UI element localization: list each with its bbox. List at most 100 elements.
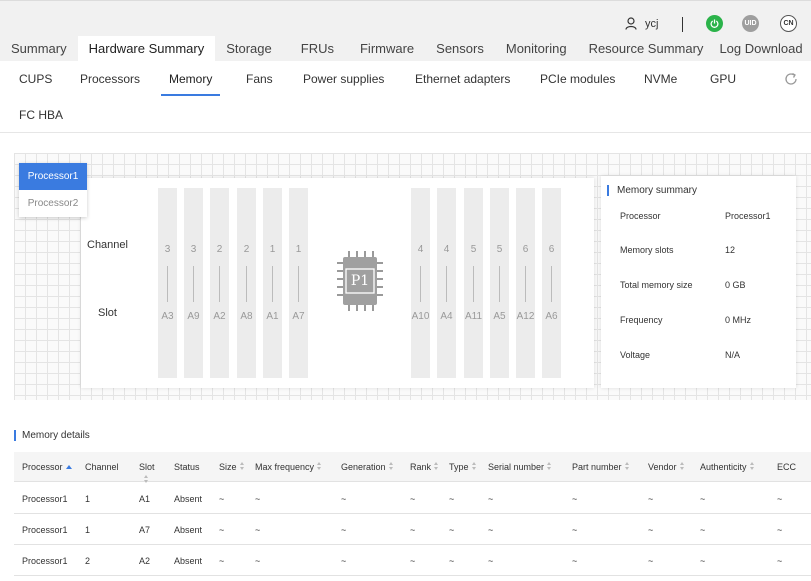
slot-marker	[298, 266, 299, 302]
processor-option-2[interactable]: Processor2	[19, 190, 87, 217]
table-cell: ~	[488, 494, 494, 504]
subtab-fc-hba[interactable]: FC HBA	[19, 108, 63, 122]
tab-sensors[interactable]: Sensors	[425, 36, 495, 62]
power-icon[interactable]	[706, 15, 723, 32]
table-cell: ~	[341, 494, 347, 504]
memory-slot[interactable]: 6 A12	[516, 188, 535, 378]
memory-slot[interactable]: 1 A1	[263, 188, 282, 378]
username: ycj	[645, 17, 659, 30]
table-row[interactable]: Processor1 1 A1 Absent ~ ~ ~ ~ ~ ~ ~ ~ ~ ~	[14, 483, 811, 514]
memory-slot[interactable]: 5 A11	[464, 188, 483, 378]
slot-channel: 2	[216, 244, 223, 255]
column-header[interactable]: Size	[219, 462, 245, 472]
column-header[interactable]: Channel	[85, 462, 119, 472]
slot-name: A6	[545, 311, 558, 322]
uid-icon[interactable]: UID	[742, 15, 759, 32]
column-header-label: Authenticity	[700, 462, 747, 472]
table-row[interactable]: Processor1 1 A7 Absent ~ ~ ~ ~ ~ ~ ~ ~ ~ ~	[14, 514, 811, 545]
table-cell: ~	[255, 494, 261, 504]
subtab-pcie-modules[interactable]: PCIe modules	[540, 72, 615, 86]
subtab-ethernet-adapters[interactable]: Ethernet adapters	[415, 72, 510, 86]
sort-icon[interactable]	[749, 462, 755, 471]
memory-slot[interactable]: 1 A7	[289, 188, 308, 378]
tab-firmware[interactable]: Firmware	[345, 36, 425, 62]
refresh-icon[interactable]	[783, 71, 799, 87]
memory-slot[interactable]: 2 A2	[210, 188, 229, 378]
table-cell: 1	[85, 494, 91, 504]
tab-log-download[interactable]: Log Download	[714, 36, 811, 62]
memory-slot[interactable]: 3 A9	[184, 188, 203, 378]
table-cell: ~	[255, 556, 261, 566]
user-menu[interactable]: ycj	[625, 17, 658, 30]
memory-slot[interactable]: 4 A10	[411, 188, 430, 378]
memory-slot[interactable]: 4 A4	[437, 188, 456, 378]
column-header[interactable]: Rank	[410, 462, 439, 472]
summary-key: Memory slots	[620, 245, 674, 255]
table-cell: ~	[219, 494, 225, 504]
subtab-memory[interactable]: Memory	[169, 72, 212, 86]
subtab-fans[interactable]: Fans	[246, 72, 273, 86]
sort-icon[interactable]	[239, 462, 245, 471]
tab-storage[interactable]: Storage	[215, 36, 283, 62]
column-header[interactable]: Status	[174, 462, 200, 472]
column-header[interactable]: Part number	[572, 462, 630, 472]
slot-sort-up-icon[interactable]	[144, 475, 148, 478]
tab-monitoring[interactable]: Monitoring	[495, 36, 578, 62]
column-header[interactable]: Authenticity	[700, 462, 755, 472]
table-cell: ~	[219, 556, 225, 566]
column-header[interactable]: Slot	[139, 462, 155, 472]
table-cell: ~	[777, 525, 783, 535]
table-row[interactable]: Processor1 2 A2 Absent ~ ~ ~ ~ ~ ~ ~ ~ ~ ~	[14, 545, 811, 576]
table-cell: 1	[85, 525, 91, 535]
memory-slot[interactable]: 5 A5	[490, 188, 509, 378]
table-cell: ~	[410, 525, 416, 535]
memory-slot[interactable]: 6 A6	[542, 188, 561, 378]
slot-channel: 3	[190, 244, 197, 255]
main-tabs: Summary Hardware Summary Storage FRUs Fi…	[0, 36, 811, 62]
column-header[interactable]: Processor	[22, 462, 72, 472]
sort-icon[interactable]	[547, 462, 552, 471]
slot-name: A1	[266, 311, 279, 322]
column-header-label: Slot	[139, 462, 155, 472]
column-header[interactable]: Serial number	[488, 462, 552, 472]
subtab-cups[interactable]: CUPS	[19, 72, 52, 86]
column-header-label: Channel	[85, 462, 119, 472]
summary-key: Voltage	[620, 350, 651, 360]
column-header[interactable]: Generation	[341, 462, 394, 472]
column-header-label: Processor	[22, 462, 63, 472]
tab-frus[interactable]: FRUs	[283, 36, 345, 62]
table-cell: ~	[341, 556, 347, 566]
sort-icon[interactable]	[388, 462, 394, 471]
subtab-processors[interactable]: Processors	[80, 72, 140, 86]
processor-option-1[interactable]: Processor1	[19, 163, 87, 190]
subtab-power-supplies[interactable]: Power supplies	[303, 72, 384, 86]
column-header-label: Serial number	[488, 462, 545, 472]
sort-icon[interactable]	[317, 462, 322, 471]
table-cell: Processor1	[22, 525, 68, 535]
sort-icon[interactable]	[679, 462, 685, 471]
slot-channel: 1	[295, 244, 302, 255]
column-header[interactable]: ECC	[777, 462, 796, 472]
subtab-nvme[interactable]: NVMe	[644, 72, 677, 86]
tab-hardware-summary[interactable]: Hardware Summary	[77, 36, 216, 62]
column-header[interactable]: Type	[449, 462, 477, 472]
sort-icon[interactable]	[471, 462, 477, 471]
table-cell: A7	[139, 525, 151, 535]
memory-slot[interactable]: 2 A8	[237, 188, 256, 378]
table-cell: ~	[572, 525, 578, 535]
tab-summary[interactable]: Summary	[0, 36, 78, 62]
tab-resource-summary[interactable]: Resource Summary	[578, 36, 715, 62]
subtab-gpu[interactable]: GPU	[710, 72, 736, 86]
memory-slot[interactable]: 3 A3	[158, 188, 177, 378]
sort-icon[interactable]	[624, 462, 630, 471]
column-header-label: Status	[174, 462, 200, 472]
language-icon[interactable]: CN	[780, 15, 797, 32]
slot-name: A3	[161, 311, 174, 322]
sort-icon[interactable]	[434, 462, 439, 471]
processor-selector: Processor1 Processor2	[19, 163, 87, 217]
sort-ascending-icon[interactable]	[65, 465, 72, 469]
column-header[interactable]: Max frequency	[255, 462, 322, 472]
slot-channel: 4	[417, 244, 424, 255]
column-header[interactable]: Vendor	[648, 462, 685, 472]
slot-marker	[420, 266, 421, 302]
